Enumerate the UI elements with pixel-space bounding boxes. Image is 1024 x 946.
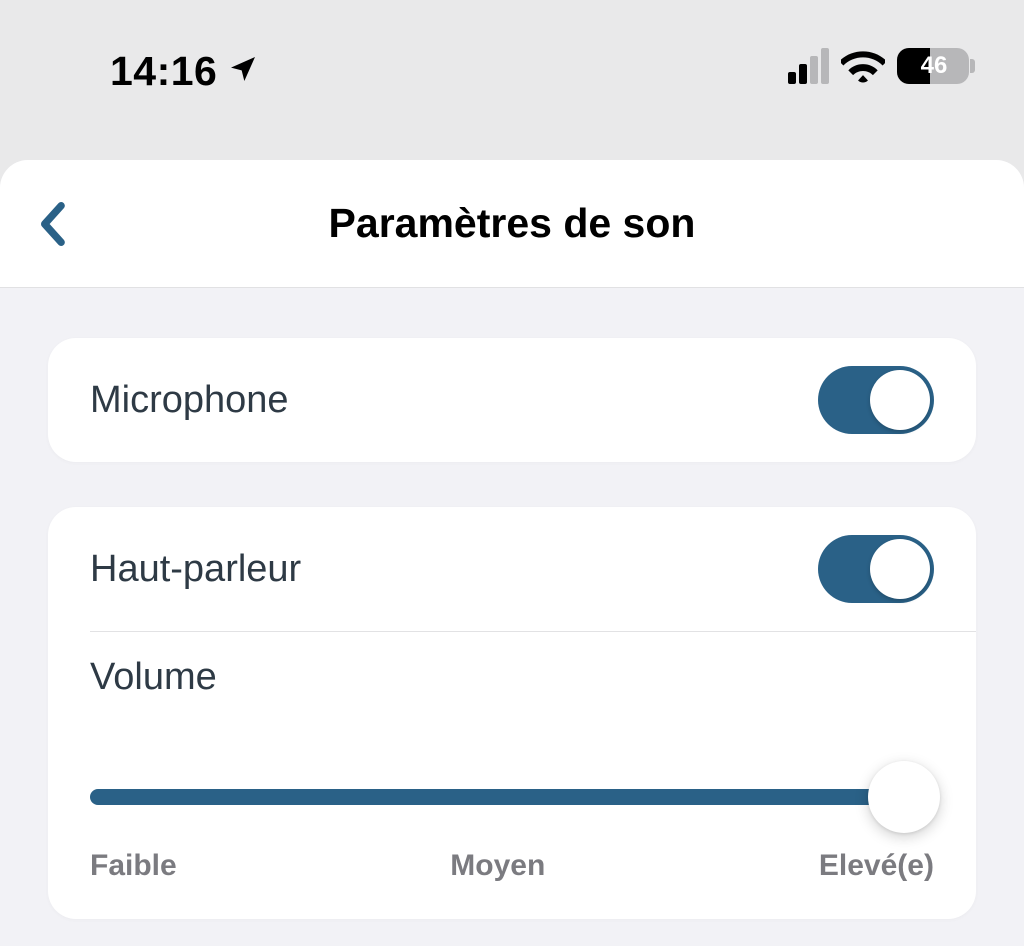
microphone-card: Microphone bbox=[48, 338, 976, 462]
speaker-card: Haut-parleur Volume Faible Moyen bbox=[48, 507, 976, 919]
microphone-row: Microphone bbox=[48, 338, 976, 462]
volume-slider[interactable] bbox=[90, 789, 934, 805]
cellular-signal-icon bbox=[788, 48, 829, 84]
location-icon bbox=[227, 48, 259, 95]
microphone-toggle[interactable] bbox=[818, 366, 934, 434]
sheet-header: Paramètres de son bbox=[0, 160, 1024, 288]
settings-sheet: Paramètres de son Microphone Haut-parleu… bbox=[0, 160, 1024, 946]
volume-label-high: Elevé(e) bbox=[819, 849, 934, 883]
volume-slider-thumb[interactable] bbox=[868, 761, 940, 833]
status-left: 14:16 bbox=[110, 48, 259, 95]
volume-label-mid: Moyen bbox=[450, 849, 545, 883]
back-button[interactable] bbox=[28, 200, 76, 248]
battery-icon: 46 bbox=[897, 48, 969, 84]
volume-label-low: Faible bbox=[90, 849, 177, 883]
wifi-icon bbox=[841, 49, 885, 83]
sheet-body: Microphone Haut-parleur Volume bbox=[0, 288, 1024, 919]
battery-percent: 46 bbox=[897, 52, 969, 80]
speaker-toggle[interactable] bbox=[818, 535, 934, 603]
status-bar: 14:16 46 bbox=[0, 0, 1024, 160]
page-title: Paramètres de son bbox=[329, 200, 696, 247]
speaker-label: Haut-parleur bbox=[90, 548, 301, 591]
volume-slider-wrap bbox=[48, 699, 976, 815]
status-right: 46 bbox=[788, 48, 969, 84]
volume-slider-labels: Faible Moyen Elevé(e) bbox=[48, 815, 976, 919]
speaker-row: Haut-parleur bbox=[48, 507, 976, 631]
status-time: 14:16 bbox=[110, 48, 217, 95]
volume-label: Volume bbox=[90, 656, 934, 699]
volume-row: Volume bbox=[48, 632, 976, 699]
microphone-label: Microphone bbox=[90, 379, 289, 422]
